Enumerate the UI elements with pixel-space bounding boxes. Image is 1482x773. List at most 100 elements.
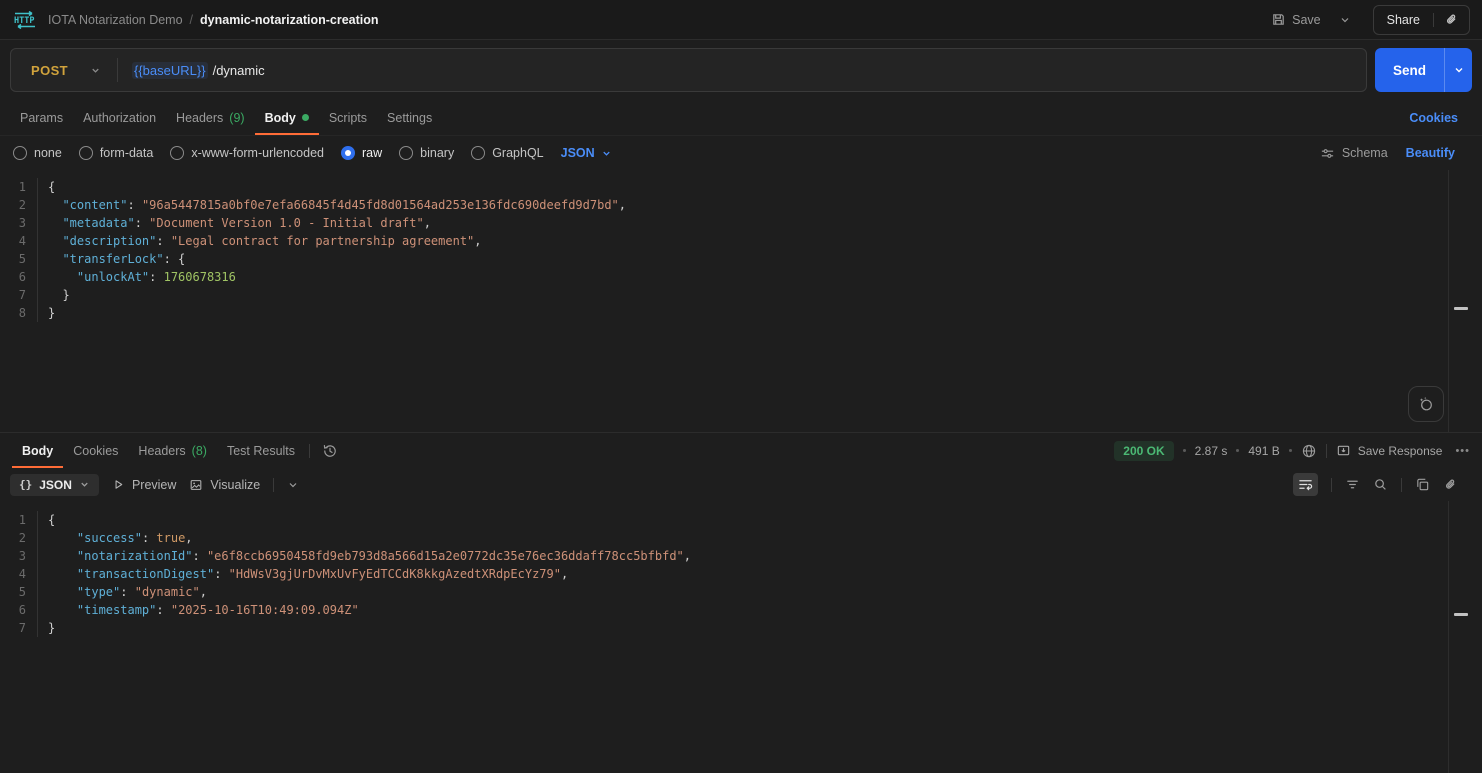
share-button-group: Share bbox=[1373, 5, 1470, 35]
divider bbox=[273, 478, 274, 492]
network-info-icon[interactable] bbox=[1301, 443, 1317, 459]
tab-params[interactable]: Params bbox=[10, 100, 73, 135]
filter-icon[interactable] bbox=[1345, 477, 1360, 492]
save-button[interactable]: Save bbox=[1265, 7, 1327, 32]
chevron-down-icon bbox=[601, 148, 612, 159]
line-number: 2 bbox=[0, 196, 38, 214]
code-line[interactable]: 3 "metadata": "Document Version 1.0 - In… bbox=[0, 214, 1482, 232]
request-body-editor[interactable]: 1{2 "content": "96a5447815a0bf0e7efa6684… bbox=[0, 170, 1482, 432]
line-number: 6 bbox=[0, 268, 38, 286]
body-type-graphql[interactable]: GraphQL bbox=[471, 146, 543, 160]
radio-icon bbox=[399, 146, 413, 160]
format-options-chevron[interactable] bbox=[287, 479, 299, 491]
code-line[interactable]: 7 } bbox=[0, 286, 1482, 304]
response-tab-cookies[interactable]: Cookies bbox=[63, 433, 128, 468]
visualize-button[interactable]: Visualize bbox=[189, 478, 260, 492]
code-line[interactable]: 4 "description": "Legal contract for par… bbox=[0, 232, 1482, 250]
response-tabs: Body Cookies Headers (8) Test Results 20… bbox=[0, 433, 1482, 468]
request-code: 1{2 "content": "96a5447815a0bf0e7efa6684… bbox=[0, 178, 1482, 322]
body-type-raw[interactable]: raw bbox=[341, 146, 382, 160]
top-bar: HTTP IOTA Notarization Demo / dynamic-no… bbox=[0, 0, 1482, 40]
radio-icon bbox=[79, 146, 93, 160]
code-line[interactable]: 8} bbox=[0, 304, 1482, 322]
tab-settings[interactable]: Settings bbox=[377, 100, 442, 135]
headers-count: (9) bbox=[229, 111, 244, 125]
tab-authorization[interactable]: Authorization bbox=[73, 100, 166, 135]
response-tab-body[interactable]: Body bbox=[12, 433, 63, 468]
dot-separator bbox=[1289, 449, 1292, 452]
beautify-button[interactable]: Beautify bbox=[1406, 146, 1455, 160]
line-number: 8 bbox=[0, 304, 38, 322]
radio-icon bbox=[170, 146, 184, 160]
breadcrumb-collection[interactable]: IOTA Notarization Demo bbox=[48, 13, 183, 27]
scrollbar-marker[interactable] bbox=[1454, 307, 1468, 310]
body-type-none[interactable]: none bbox=[13, 146, 62, 160]
response-headers-count: (8) bbox=[192, 444, 207, 458]
response-time[interactable]: 2.87 s bbox=[1195, 444, 1228, 458]
code-line[interactable]: 5 "transferLock": { bbox=[0, 250, 1482, 268]
radio-selected-icon bbox=[341, 146, 355, 160]
url-input[interactable]: {{baseURL}} /dynamic bbox=[118, 62, 1366, 79]
code-line[interactable]: 6 "unlockAt": 1760678316 bbox=[0, 268, 1482, 286]
response-size[interactable]: 491 B bbox=[1248, 444, 1279, 458]
svg-text:HTTP: HTTP bbox=[14, 16, 34, 26]
divider bbox=[309, 444, 310, 458]
send-options-button[interactable] bbox=[1444, 48, 1472, 92]
code-line: 6 "timestamp": "2025-10-16T10:49:09.094Z… bbox=[0, 601, 1482, 619]
dot-separator bbox=[1236, 449, 1239, 452]
preview-button[interactable]: Preview bbox=[112, 478, 176, 492]
tab-headers[interactable]: Headers (9) bbox=[166, 100, 255, 135]
url-variable-chip[interactable]: {{baseURL}} bbox=[132, 62, 208, 79]
wrap-text-button[interactable] bbox=[1293, 473, 1318, 496]
send-button[interactable]: Send bbox=[1375, 48, 1444, 92]
share-button[interactable]: Share bbox=[1374, 6, 1433, 34]
line-number: 3 bbox=[0, 547, 38, 565]
code-line: 1{ bbox=[0, 511, 1482, 529]
method-selector[interactable]: POST bbox=[11, 49, 117, 91]
search-icon[interactable] bbox=[1373, 477, 1388, 492]
code-line[interactable]: 2 "content": "96a5447815a0bf0e7efa66845f… bbox=[0, 196, 1482, 214]
response-tab-test-results[interactable]: Test Results bbox=[217, 433, 305, 468]
language-selector[interactable]: JSON bbox=[561, 146, 612, 160]
schema-button[interactable]: Schema bbox=[1320, 146, 1388, 161]
tab-body[interactable]: Body bbox=[255, 100, 319, 135]
url-path: /dynamic bbox=[213, 63, 265, 78]
postbot-button[interactable] bbox=[1408, 386, 1444, 422]
line-number: 4 bbox=[0, 565, 38, 583]
divider bbox=[1401, 478, 1402, 492]
tab-scripts[interactable]: Scripts bbox=[319, 100, 377, 135]
status-badge[interactable]: 200 OK bbox=[1114, 441, 1173, 461]
scrollbar-marker[interactable] bbox=[1454, 613, 1468, 616]
breadcrumb-request-name[interactable]: dynamic-notarization-creation bbox=[200, 13, 379, 27]
copy-icon[interactable] bbox=[1415, 477, 1430, 492]
code-line: 2 "success": true, bbox=[0, 529, 1482, 547]
save-options-button[interactable] bbox=[1333, 9, 1357, 31]
save-response-icon bbox=[1336, 443, 1351, 458]
response-format-selector[interactable]: {} JSON bbox=[10, 474, 99, 496]
more-options-button[interactable]: ••• bbox=[1455, 445, 1470, 457]
dot-separator bbox=[1183, 449, 1186, 452]
save-icon bbox=[1271, 12, 1286, 27]
response-scrollbar[interactable] bbox=[1448, 501, 1482, 773]
body-type-form-data[interactable]: form-data bbox=[79, 146, 154, 160]
code-line: 3 "notarizationId": "e6f8ccb6950458fd9eb… bbox=[0, 547, 1482, 565]
line-number: 5 bbox=[0, 583, 38, 601]
play-icon bbox=[112, 478, 125, 491]
get-link-button[interactable] bbox=[1434, 6, 1469, 34]
line-number: 6 bbox=[0, 601, 38, 619]
line-number: 5 bbox=[0, 250, 38, 268]
code-line: 5 "type": "dynamic", bbox=[0, 583, 1482, 601]
body-type-urlencoded[interactable]: x-www-form-urlencoded bbox=[170, 146, 324, 160]
response-body-viewer[interactable]: 1{2 "success": true,3 "notarizationId": … bbox=[0, 501, 1482, 773]
http-request-icon: HTTP bbox=[12, 9, 38, 31]
response-history-icon[interactable] bbox=[322, 443, 338, 459]
save-response-button[interactable]: Save Response bbox=[1336, 443, 1443, 458]
link-icon[interactable] bbox=[1443, 477, 1458, 492]
response-toolbar: {} JSON Preview Visualize bbox=[0, 468, 1482, 501]
editor-scrollbar[interactable] bbox=[1448, 170, 1482, 432]
body-type-binary[interactable]: binary bbox=[399, 146, 454, 160]
response-tab-headers[interactable]: Headers (8) bbox=[128, 433, 217, 468]
sliders-icon bbox=[1320, 146, 1335, 161]
code-line[interactable]: 1{ bbox=[0, 178, 1482, 196]
cookies-link[interactable]: Cookies bbox=[1409, 111, 1458, 125]
